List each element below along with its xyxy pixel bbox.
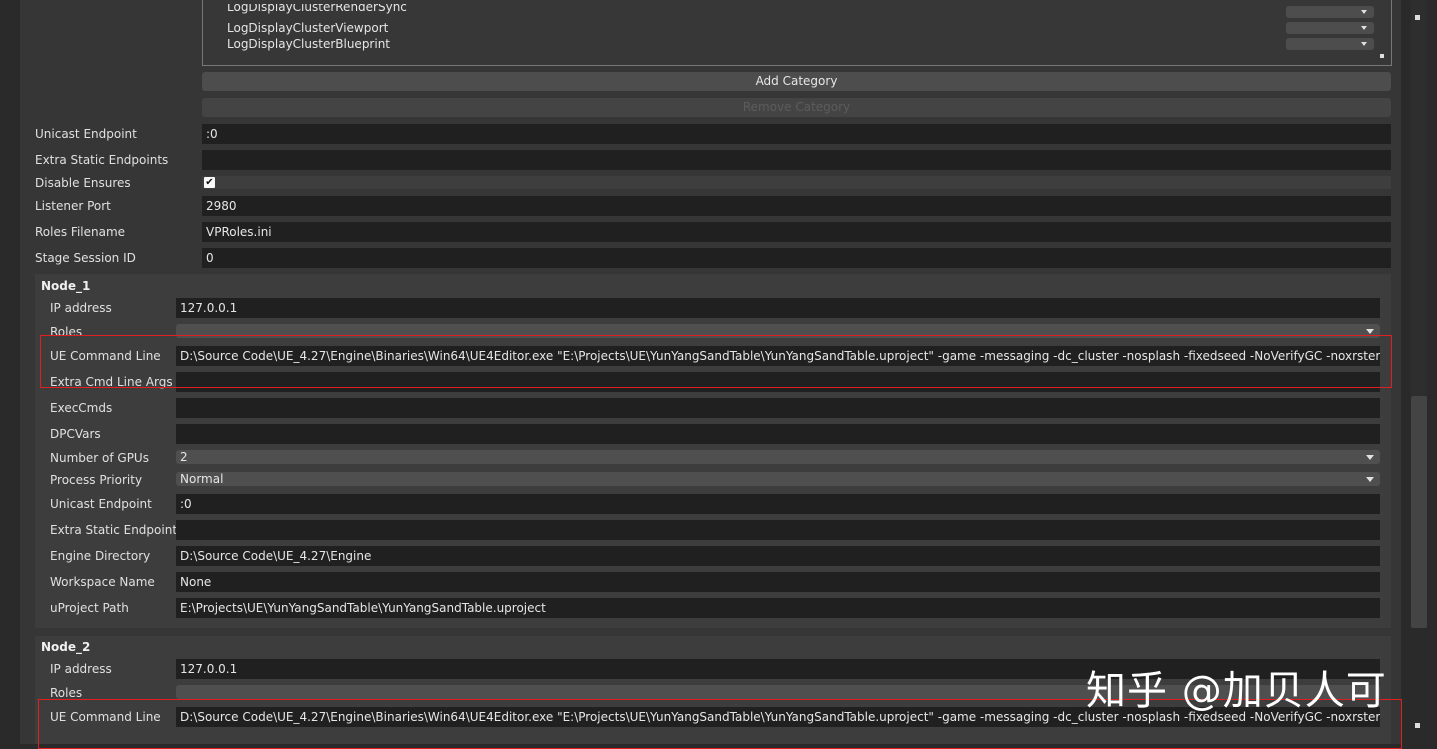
- watermark: 知乎 @加贝人可: [1086, 668, 1387, 714]
- unicast-endpoint-field[interactable]: :0: [202, 124, 1391, 144]
- ue-command-line-field[interactable]: D:\Source Code\UE_4.27\Engine\Binaries\W…: [176, 346, 1380, 366]
- node-extra-static-endpoints-field[interactable]: [176, 520, 1380, 540]
- roles-label: Roles: [50, 325, 83, 339]
- disable-ensures-label: Disable Ensures: [35, 176, 131, 190]
- extra-cmd-line-args-label: Extra Cmd Line Args: [50, 375, 173, 389]
- roles-filename-label: Roles Filename: [35, 225, 126, 239]
- roles-filename-field[interactable]: VPRoles.ini: [202, 222, 1391, 242]
- uproject-path-label: uProject Path: [50, 601, 129, 615]
- workspace-name-field[interactable]: None: [176, 572, 1380, 592]
- extra-static-endpoints-label: Extra Static Endpoints: [35, 153, 169, 167]
- process-priority-dropdown[interactable]: Normal: [176, 472, 1380, 486]
- category-item[interactable]: LogDisplayClusterRenderSync: [227, 4, 407, 16]
- unicast-endpoint-label: Unicast Endpoint: [35, 127, 137, 141]
- chevron-down-icon: [1366, 329, 1374, 334]
- disable-ensures-checkbox[interactable]: ✔: [204, 177, 215, 188]
- stage-session-id-field[interactable]: 0: [202, 248, 1391, 268]
- engine-directory-field[interactable]: D:\Source Code\UE_4.27\Engine: [176, 546, 1380, 566]
- node-unicast-endpoint-field[interactable]: :0: [176, 494, 1380, 514]
- exec-cmds-label: ExecCmds: [50, 401, 113, 415]
- roles-dropdown[interactable]: [176, 324, 1380, 338]
- category-verbosity-dropdown[interactable]: [1286, 6, 1374, 18]
- uproject-path-field[interactable]: E:\Projects\UE\YunYangSandTable\YunYangS…: [176, 598, 1380, 618]
- chevron-down-icon: [1366, 477, 1374, 482]
- process-priority-value: Normal: [180, 472, 224, 486]
- resize-grip-icon[interactable]: [1380, 54, 1384, 58]
- ue-command-line-label: UE Command Line: [50, 349, 161, 363]
- remove-category-button[interactable]: Remove Category: [202, 98, 1391, 117]
- chevron-down-icon: [1366, 455, 1374, 460]
- number-of-gpus-label: Number of GPUs: [50, 451, 149, 465]
- node-1-title: Node_1: [41, 279, 91, 293]
- extra-cmd-line-args-field[interactable]: [176, 372, 1380, 392]
- listener-port-field[interactable]: 2980: [202, 196, 1391, 216]
- process-priority-label: Process Priority: [50, 473, 143, 487]
- log-category-list: LogDisplayClusterRenderSync LogDisplayCl…: [202, 0, 1392, 66]
- node-extra-static-endpoints-label: Extra Static Endpoints: [50, 523, 184, 537]
- node-2-roles-label: Roles: [50, 686, 83, 700]
- listener-port-label: Listener Port: [35, 199, 111, 213]
- dpcvars-field[interactable]: [176, 424, 1380, 444]
- stage-session-id-label: Stage Session ID: [35, 251, 136, 265]
- number-of-gpus-value: 2: [180, 450, 188, 464]
- category-verbosity-dropdown[interactable]: [1286, 38, 1374, 50]
- number-of-gpus-dropdown[interactable]: 2: [176, 450, 1380, 464]
- node-2-title: Node_2: [41, 640, 91, 654]
- dpcvars-label: DPCVars: [50, 427, 101, 441]
- node-unicast-endpoint-label: Unicast Endpoint: [50, 497, 152, 511]
- engine-directory-label: Engine Directory: [50, 549, 151, 563]
- scrollbar-thumb[interactable]: [1411, 396, 1427, 628]
- node-2-ue-command-line-label: UE Command Line: [50, 710, 161, 724]
- disable-ensures-row: ✔: [202, 176, 1391, 189]
- ip-address-label: IP address: [50, 301, 112, 315]
- category-verbosity-dropdown[interactable]: [1286, 22, 1374, 34]
- scroll-marker-top: [1415, 15, 1420, 20]
- category-item[interactable]: LogDisplayClusterBlueprint: [227, 36, 390, 52]
- scroll-marker-bottom: [1415, 723, 1420, 728]
- workspace-name-label: Workspace Name: [50, 575, 155, 589]
- node-2-ip-address-label: IP address: [50, 662, 112, 676]
- exec-cmds-field[interactable]: [176, 398, 1380, 418]
- category-item[interactable]: LogDisplayClusterViewport: [227, 20, 388, 36]
- extra-static-endpoints-field[interactable]: [202, 150, 1391, 170]
- ip-address-field[interactable]: 127.0.0.1: [176, 298, 1380, 318]
- add-category-button[interactable]: Add Category: [202, 72, 1391, 91]
